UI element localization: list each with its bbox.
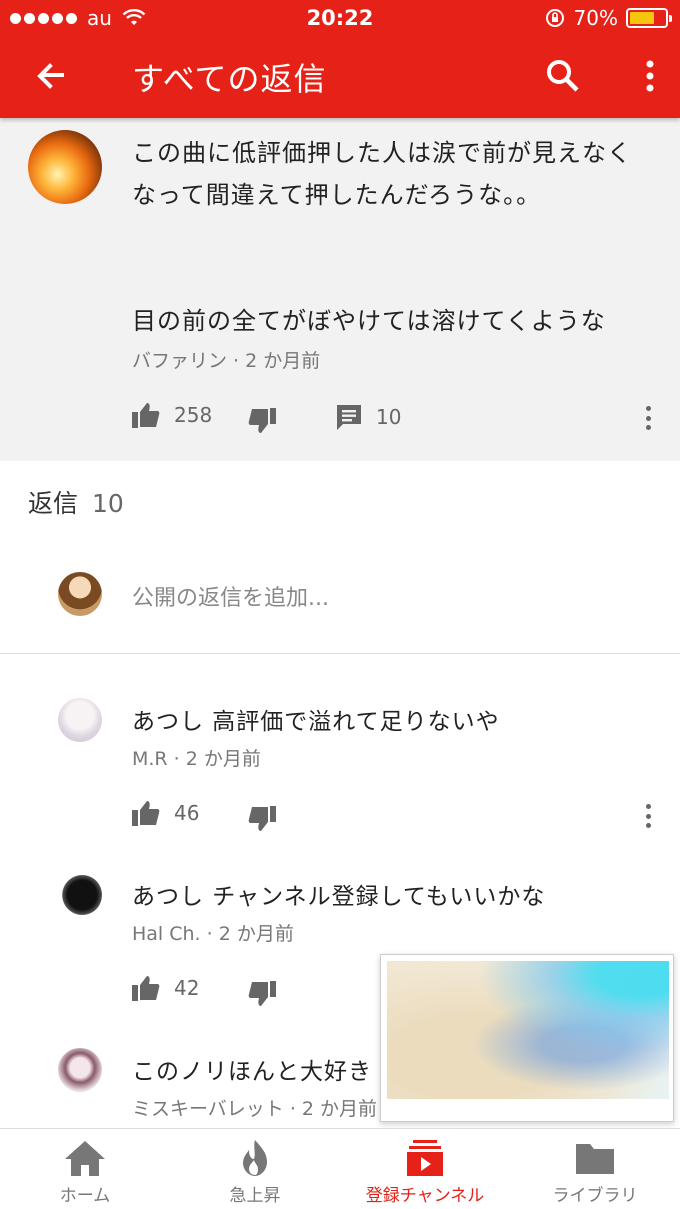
- thumb-up-icon: [132, 801, 160, 826]
- replies-button[interactable]: 10: [336, 404, 401, 430]
- avatar[interactable]: [28, 130, 102, 204]
- comment-text: この曲に低評価押した人は涙で前が見えなく なって間違えて押したんだろうな。。 目…: [132, 139, 632, 335]
- avatar[interactable]: [58, 873, 102, 917]
- nav-trending[interactable]: 急上昇: [170, 1129, 340, 1209]
- avatar[interactable]: [58, 698, 102, 742]
- dislike-button[interactable]: [248, 806, 276, 832]
- parent-comment: この曲に低評価押した人は涙で前が見えなく なって間違えて押したんだろうな。。 目…: [0, 118, 680, 461]
- rotation-lock-icon: [545, 9, 564, 27]
- nav-library[interactable]: ライブラリ: [510, 1129, 680, 1209]
- reply-meta: Hal Ch. · 2 か月前: [132, 923, 294, 945]
- back-arrow-icon[interactable]: [30, 56, 70, 96]
- like-count: 46: [174, 801, 200, 825]
- comment-icon: [337, 405, 361, 430]
- mini-player-video[interactable]: [387, 961, 669, 1099]
- nav-home-label: ホーム: [59, 1186, 111, 1206]
- reply-text: あつし チャンネル登録してもいいかな: [132, 884, 546, 910]
- user-avatar: [58, 572, 102, 616]
- like-count: 42: [174, 976, 200, 1000]
- like-button[interactable]: 46: [132, 800, 199, 826]
- more-vert-icon[interactable]: [634, 56, 666, 96]
- reply-menu-icon[interactable]: [638, 800, 658, 832]
- comment-meta: バファリン · 2 か月前: [132, 350, 321, 372]
- thumb-down-icon: [248, 806, 276, 831]
- avatar[interactable]: [58, 1048, 102, 1092]
- battery-icon: [626, 8, 672, 28]
- dislike-button[interactable]: [248, 408, 276, 434]
- dislike-button[interactable]: [248, 981, 276, 1007]
- app-bar: すべての返信: [0, 38, 680, 116]
- top-bar: au 20:22 70% すべての返信: [0, 0, 680, 118]
- nav-home[interactable]: ホーム: [0, 1129, 170, 1209]
- like-button[interactable]: 42: [132, 975, 199, 1001]
- replies-header: 返信 10: [28, 484, 124, 520]
- bottom-nav: ホーム 急上昇 登録チャンネル ライブラリ: [0, 1128, 680, 1209]
- add-reply-placeholder: 公開の返信を追加...: [132, 586, 329, 611]
- thumb-down-icon: [248, 981, 276, 1006]
- comment-menu-icon[interactable]: [638, 402, 658, 434]
- like-count: 258: [174, 403, 213, 427]
- reply-text: あつし 高評価で溢れて足りないや: [132, 709, 500, 735]
- page-title: すべての返信: [132, 60, 327, 98]
- reply-meta: M.R · 2 か月前: [132, 748, 261, 770]
- nav-subscriptions-label: 登録チャンネル: [365, 1186, 485, 1206]
- replies-count: 10: [92, 489, 124, 518]
- subscriptions-icon: [407, 1140, 443, 1176]
- nav-trending-label: 急上昇: [229, 1186, 281, 1206]
- folder-icon: [576, 1144, 614, 1174]
- like-button[interactable]: 258: [132, 402, 212, 428]
- mini-player[interactable]: [380, 954, 674, 1122]
- nav-library-label: ライブラリ: [552, 1186, 638, 1206]
- search-icon[interactable]: [543, 56, 583, 96]
- nav-subscriptions[interactable]: 登録チャンネル: [340, 1129, 510, 1209]
- battery-fill: [630, 12, 654, 24]
- status-right: 70%: [544, 6, 672, 30]
- thumb-up-icon: [132, 403, 160, 428]
- thumb-up-icon: [132, 976, 160, 1001]
- reply-count: 10: [376, 405, 402, 429]
- add-reply-field[interactable]: 公開の返信を追加...: [0, 560, 680, 654]
- thumb-down-icon: [248, 408, 276, 433]
- battery-percent: 70%: [573, 6, 618, 30]
- home-icon: [65, 1141, 105, 1176]
- flame-icon: [243, 1140, 267, 1176]
- replies-label: 返信: [28, 489, 79, 518]
- reply-meta: ミスキーバレット · 2 か月前: [132, 1098, 378, 1120]
- reply-text: このノリほんと大好き: [132, 1059, 372, 1085]
- status-bar: au 20:22 70%: [0, 0, 680, 38]
